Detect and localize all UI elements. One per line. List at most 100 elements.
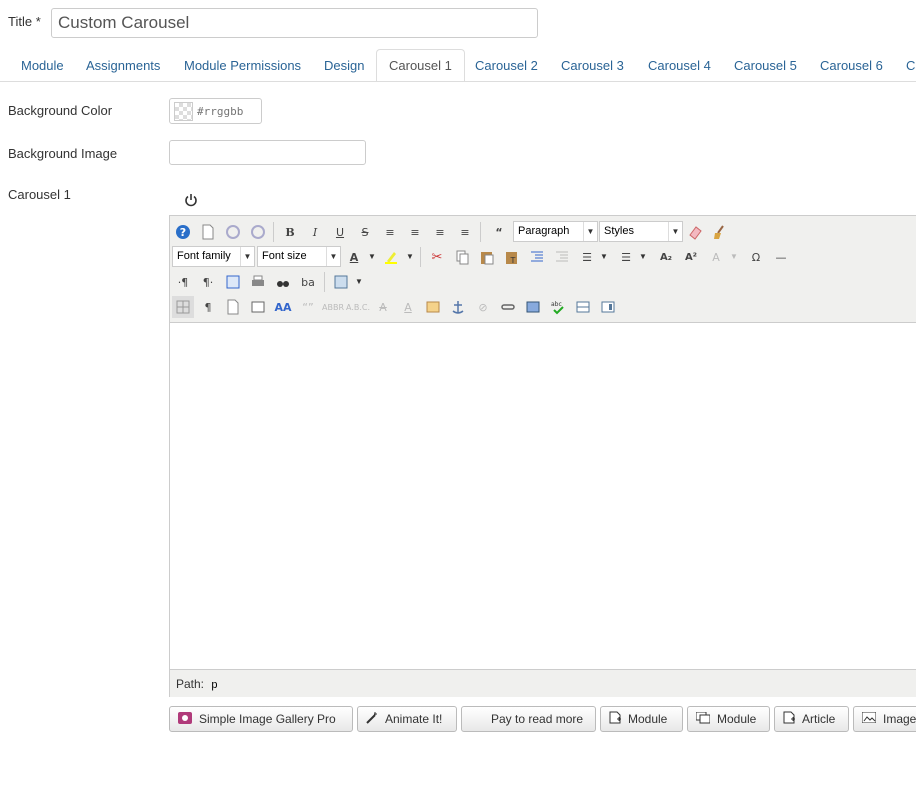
- svg-text:?: ?: [180, 226, 186, 239]
- highlight-color-icon[interactable]: [380, 246, 402, 268]
- help-icon[interactable]: ?: [172, 221, 194, 243]
- chevron-down-icon: ▼: [668, 222, 682, 241]
- paste-text-icon[interactable]: T: [501, 246, 523, 268]
- font-size-select[interactable]: Font size ▼: [257, 246, 341, 267]
- indent-icon[interactable]: [526, 246, 548, 268]
- align-center-icon[interactable]: ≡: [404, 221, 426, 243]
- paste-icon[interactable]: [476, 246, 498, 268]
- image-gallery-icon: [178, 711, 192, 727]
- module-position-button[interactable]: Module: [687, 706, 770, 732]
- tab-carousel-2[interactable]: Carousel 2: [462, 49, 551, 81]
- tab-design[interactable]: Design: [311, 49, 377, 81]
- numbered-list-dropdown-icon[interactable]: ▼: [598, 246, 610, 268]
- numbered-list-icon[interactable]: ☰: [576, 246, 598, 268]
- tab-carousel-4[interactable]: Carousel 4: [635, 49, 724, 81]
- color-swatch[interactable]: [174, 102, 193, 121]
- fullscreen-icon[interactable]: [222, 271, 244, 293]
- insert-layer-icon[interactable]: [247, 296, 269, 318]
- image-button[interactable]: Image: [853, 706, 916, 732]
- tab-carousel-5[interactable]: Carousel 5: [721, 49, 810, 81]
- new-document-icon[interactable]: [197, 221, 219, 243]
- eraser-icon[interactable]: [684, 221, 706, 243]
- tab-module-permissions[interactable]: Module Permissions: [171, 49, 314, 81]
- copy-icon[interactable]: [451, 246, 473, 268]
- template-dropdown-icon[interactable]: ▼: [353, 271, 365, 293]
- delete-text-icon[interactable]: A: [372, 296, 394, 318]
- template-icon[interactable]: [330, 271, 352, 293]
- print-icon[interactable]: [247, 271, 269, 293]
- article-button[interactable]: Article: [774, 706, 849, 732]
- underline-icon[interactable]: U: [329, 221, 351, 243]
- highlight-color-dropdown-icon[interactable]: ▼: [404, 246, 416, 268]
- background-color-input[interactable]: [197, 102, 259, 120]
- title-input[interactable]: [51, 8, 538, 38]
- toggle-editor-icon[interactable]: [184, 192, 198, 208]
- special-character-icon[interactable]: Ω: [745, 246, 767, 268]
- path-element[interactable]: p: [211, 679, 217, 691]
- tab-carousel-3[interactable]: Carousel 3: [548, 49, 637, 81]
- tab-carousel-7[interactable]: Ca: [893, 49, 916, 81]
- styles-select-value: Styles: [604, 225, 634, 237]
- cite-icon[interactable]: “”: [297, 296, 319, 318]
- image-icon: [861, 711, 877, 726]
- undo-icon[interactable]: [222, 221, 244, 243]
- align-justify-icon[interactable]: ≡: [379, 221, 401, 243]
- horizontal-rule-icon[interactable]: —: [770, 246, 792, 268]
- blockquote-icon[interactable]: “: [488, 221, 510, 243]
- toolbar-row-2: Font family ▼ Font size ▼ A ▼ ▼ ✂ T ☰ ▼ ☰ …: [172, 245, 916, 269]
- text-color-dropdown-icon[interactable]: ▼: [366, 246, 378, 268]
- align-left-icon[interactable]: ≡: [429, 221, 451, 243]
- italic-icon[interactable]: I: [304, 221, 326, 243]
- preview-icon[interactable]: [222, 296, 244, 318]
- readmore-icon[interactable]: [597, 296, 619, 318]
- unlink-icon[interactable]: ⊘: [472, 296, 494, 318]
- strikethrough-icon[interactable]: S: [354, 221, 376, 243]
- link-icon[interactable]: [497, 296, 519, 318]
- font-family-select[interactable]: Font family ▼: [172, 246, 255, 267]
- pay-to-read-more-label: Pay to read more: [491, 712, 584, 726]
- cleanup-broom-icon[interactable]: [709, 221, 731, 243]
- chevron-down-icon: ▼: [326, 247, 340, 266]
- editor-content-area[interactable]: [170, 323, 916, 669]
- tab-carousel-6[interactable]: Carousel 6: [807, 49, 896, 81]
- bullet-list-dropdown-icon[interactable]: ▼: [637, 246, 649, 268]
- animate-it-button[interactable]: Animate It!: [357, 706, 457, 732]
- text-color-icon[interactable]: A: [343, 246, 365, 268]
- anchor-icon[interactable]: [447, 296, 469, 318]
- redo-icon[interactable]: [247, 221, 269, 243]
- module-insert-button[interactable]: Module: [600, 706, 683, 732]
- bullet-list-icon[interactable]: ☰: [615, 246, 637, 268]
- ltr-direction-icon[interactable]: ¶·: [197, 271, 219, 293]
- format-select[interactable]: Paragraph ▼: [513, 221, 598, 242]
- show-blocks-icon[interactable]: ¶: [197, 296, 219, 318]
- cut-icon[interactable]: ✂: [426, 246, 448, 268]
- tab-carousel-1[interactable]: Carousel 1: [376, 49, 465, 81]
- subscript-icon[interactable]: A₂: [655, 246, 677, 268]
- align-right-icon[interactable]: ≡: [454, 221, 476, 243]
- pay-to-read-more-button[interactable]: Pay to read more: [461, 706, 596, 732]
- tab-module[interactable]: Module: [8, 49, 77, 81]
- image-manager-icon[interactable]: [522, 296, 544, 318]
- style-props-icon[interactable]: AA: [272, 296, 294, 318]
- styles-select[interactable]: Styles ▼: [599, 221, 683, 242]
- rich-text-editor: ? B I U S ≡ ≡ ≡ ≡ “ Paragraph ▼ Styles ▼ F…: [169, 215, 916, 697]
- background-image-input[interactable]: [169, 140, 366, 165]
- rtl-direction-icon[interactable]: ·¶: [172, 271, 194, 293]
- table-icon[interactable]: [172, 296, 194, 318]
- replace-icon[interactable]: ba: [297, 271, 319, 293]
- tab-assignments[interactable]: Assignments: [73, 49, 173, 81]
- acronym-icon[interactable]: A.B.C.: [346, 296, 370, 318]
- font-style-dropdown-icon[interactable]: ▼: [728, 246, 740, 268]
- insert-text-icon[interactable]: A: [397, 296, 419, 318]
- outdent-icon[interactable]: [551, 246, 573, 268]
- simple-image-gallery-pro-button[interactable]: Simple Image Gallery Pro: [169, 706, 353, 732]
- font-style-icon[interactable]: A: [705, 246, 727, 268]
- bold-icon[interactable]: B: [279, 221, 301, 243]
- superscript-icon[interactable]: A²: [680, 246, 702, 268]
- spellcheck-icon[interactable]: abc: [547, 296, 569, 318]
- abbr-icon[interactable]: ABBR: [322, 296, 344, 318]
- article-break-icon[interactable]: [572, 296, 594, 318]
- image-label: Image: [883, 712, 916, 726]
- search-icon[interactable]: [272, 271, 294, 293]
- attributes-icon[interactable]: [422, 296, 444, 318]
